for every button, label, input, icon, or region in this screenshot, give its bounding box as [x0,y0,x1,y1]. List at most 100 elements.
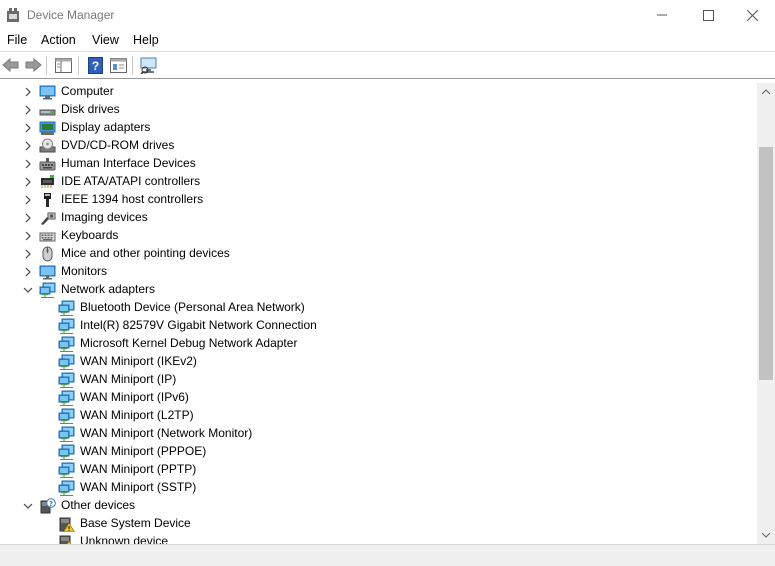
chevron-right-icon[interactable] [23,231,33,241]
chevron-right-icon[interactable] [23,87,33,97]
chevron-right-icon[interactable] [23,159,33,169]
network-adapter-icon [58,444,75,460]
network-adapter-icon [58,408,75,424]
menu-view[interactable]: View [92,33,119,47]
toolbar-separator [78,56,79,75]
scroll-down-button[interactable] [757,527,775,544]
tree-category-item[interactable]: Disk drives [0,101,757,119]
menu-help[interactable]: Help [133,33,159,47]
tree-category-item[interactable]: Mice and other pointing devices [0,245,757,263]
chevron-right-icon[interactable] [23,267,33,277]
tree-category-item[interactable]: Monitors [0,263,757,281]
warning-device-icon [59,517,75,532]
chevron-right-icon[interactable] [23,105,33,115]
title-bar: Device Manager [0,0,775,30]
tree-device-item[interactable]: WAN Miniport (IKEv2) [0,353,757,371]
tree-item-label: Disk drives [61,102,120,116]
window-title: Device Manager [27,8,115,22]
tree-category-item[interactable]: Display adapters [0,119,757,137]
svg-text:?: ? [91,59,98,73]
tree-item-label: Display adapters [61,120,151,134]
network-adapter-icon [58,390,75,406]
tree-device-item[interactable]: Base System Device [0,515,757,533]
disk-drive-icon [39,109,56,116]
scan-hardware-icon [140,57,157,74]
tree-category-item[interactable]: IDE ATA/ATAPI controllers [0,173,757,191]
tree-device-item[interactable]: Unknown device [0,533,757,544]
tree-item-label: IDE ATA/ATAPI controllers [61,174,201,188]
tree-device-item[interactable]: WAN Miniport (L2TP) [0,407,757,425]
tree-device-item[interactable]: WAN Miniport (PPPOE) [0,443,757,461]
chevron-right-icon[interactable] [23,249,33,259]
tree-category-item[interactable]: Keyboards [0,227,757,245]
tree-category-item[interactable]: Human Interface Devices [0,155,757,173]
tree-item-label: Computer [61,84,114,98]
network-adapter-icon [58,354,75,370]
toolbar-separator [132,56,133,75]
chevron-down-icon[interactable] [23,285,33,295]
tree-item-label: Human Interface Devices [61,156,196,170]
network-adapter-icon [58,336,75,352]
tree-category-item[interactable]: Network adapters [0,281,757,299]
tree-device-item[interactable]: WAN Miniport (IPv6) [0,389,757,407]
tree-item-label: WAN Miniport (PPTP) [80,462,197,476]
tree-category-item[interactable]: Imaging devices [0,209,757,227]
chevron-right-icon[interactable] [23,123,33,133]
tree-device-item[interactable]: Microsoft Kernel Debug Network Adapter [0,335,757,353]
chevron-down-icon[interactable] [23,501,33,511]
network-adapter-icon [58,300,75,316]
tree-item-label: WAN Miniport (IPv6) [80,390,189,404]
scan-hardware-button[interactable] [139,56,159,74]
tree-device-item[interactable]: WAN Miniport (IP) [0,371,757,389]
chevron-right-icon[interactable] [23,195,33,205]
tree-device-item[interactable]: Bluetooth Device (Personal Area Network) [0,299,757,317]
tree-device-item[interactable]: WAN Miniport (Network Monitor) [0,425,757,443]
menu-file[interactable]: File [7,33,27,47]
tree-category-item[interactable]: IEEE 1394 host controllers [0,191,757,209]
keyboard-icon [39,232,56,242]
tree-category-item[interactable]: Computer [0,83,757,101]
computer-icon [39,85,56,100]
minimize-button[interactable] [639,0,685,30]
status-bar [0,544,775,566]
forward-arrow-icon [25,58,42,72]
close-icon [746,9,758,21]
maximize-button[interactable] [685,0,731,30]
network-adapter-icon [58,426,75,442]
tree-device-item[interactable]: WAN Miniport (PPTP) [0,461,757,479]
chevron-right-icon[interactable] [23,177,33,187]
network-adapter-icon [58,318,75,334]
ieee1394-icon [44,193,51,207]
warning-device-icon [59,535,72,544]
show-hide-console-tree-button[interactable] [53,56,73,74]
menu-bar: File Action View Help [0,30,775,52]
scrollbar-thumb[interactable] [759,147,773,380]
unknown-device-icon: ? [40,498,56,514]
scroll-up-button[interactable] [757,83,775,100]
tree-item-label: Microsoft Kernel Debug Network Adapter [80,336,298,350]
back-button[interactable] [1,56,21,74]
tree-item-label: WAN Miniport (Network Monitor) [80,426,253,440]
tree-device-item[interactable]: WAN Miniport (SSTP) [0,479,757,497]
toolbar-separator [46,56,47,75]
tree-category-item[interactable]: ? Other devices [0,497,757,515]
maximize-icon [702,9,714,21]
vertical-scrollbar[interactable] [757,83,775,544]
tree-item-label: Imaging devices [61,210,148,224]
tree-item-label: Mice and other pointing devices [61,246,230,260]
properties-button[interactable] [108,56,128,74]
tree-device-item[interactable]: Intel(R) 82579V Gigabit Network Connecti… [0,317,757,335]
tree-category-item[interactable]: DVD/CD-ROM drives [0,137,757,155]
tree-item-label: Intel(R) 82579V Gigabit Network Connecti… [80,318,317,332]
tree-item-label: WAN Miniport (SSTP) [80,480,197,494]
menu-action[interactable]: Action [41,33,76,47]
close-button[interactable] [729,0,775,30]
device-manager-icon [7,8,19,22]
chevron-right-icon[interactable] [23,141,33,151]
chevron-right-icon[interactable] [23,213,33,223]
forward-button[interactable] [23,56,43,74]
dvd-drive-icon [39,138,56,153]
help-button[interactable]: ? [85,56,105,74]
tree-item-label: Other devices [61,498,136,512]
svg-text:?: ? [49,500,53,508]
